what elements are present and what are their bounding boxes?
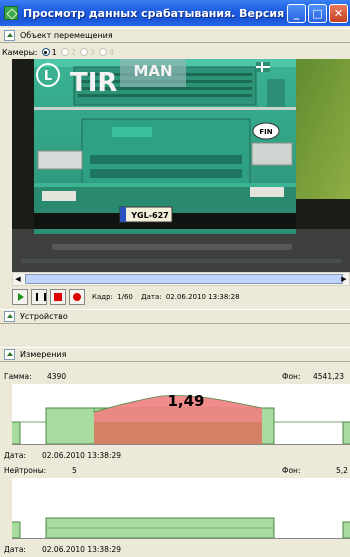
neutrons-bg-value: 5,2: [336, 465, 348, 475]
device-section-title: Устройство: [20, 312, 68, 321]
badge-right: FIN: [259, 128, 272, 136]
camera-radio-1[interactable]: [41, 48, 50, 56]
camera-label-1: 1: [51, 47, 57, 57]
pause-button[interactable]: [31, 288, 47, 305]
camera-label-3: 3: [89, 47, 95, 57]
brand-left: TIR: [70, 68, 117, 98]
neutrons-chart: [12, 478, 350, 538]
gamma-bg-bar-right: [342, 421, 350, 444]
date-label: Дата:: [141, 292, 162, 301]
maximize-button[interactable]: □: [308, 3, 327, 23]
neutrons-row: Нейтроны: 5 Фон: 5,2: [0, 464, 350, 476]
neutrons-bg-bar-right: [342, 521, 350, 538]
stop-button[interactable]: [50, 288, 66, 305]
badge-left: L: [44, 69, 52, 84]
collapse-icon[interactable]: [4, 311, 15, 322]
frame-label: Кадр:: [92, 292, 113, 301]
neutrons-chart-svg: [12, 478, 350, 538]
gamma-bg-value: 4541,23: [313, 371, 345, 381]
frame-value: 1/60: [117, 292, 133, 301]
gamma-peak-label: 1,49: [167, 392, 204, 410]
frame-info: Кадр: 1/60 Дата: 02.06.2010 13:38:28: [92, 293, 242, 301]
camera-radio-2[interactable]: [60, 48, 69, 56]
scroll-thumb[interactable]: [25, 274, 343, 284]
neutrons-label: Нейтроны:: [4, 465, 47, 475]
neutrons-bg-label: Фон:: [282, 465, 301, 475]
neutrons-date-row: Дата: 02.06.2010 13:38:29: [0, 543, 350, 555]
gamma-chart: 1,49: [12, 384, 350, 444]
neutrons-bg-bar-left: [12, 521, 21, 538]
record-button[interactable]: [69, 288, 85, 305]
gamma-chart-svg: 1,49: [12, 384, 350, 444]
collapse-icon[interactable]: [4, 30, 15, 41]
gamma-bg-label: Фон:: [282, 371, 301, 381]
image-scrollbar[interactable]: ◀ ▶: [12, 272, 350, 286]
camera-radio-3[interactable]: [79, 48, 88, 56]
gamma-bg-bar-left: [12, 421, 21, 444]
neutrons-date-value: 02.06.2010 13:38:29: [42, 544, 122, 554]
camera-label-4: 4: [108, 47, 115, 57]
neutrons-date-label: Дата:: [4, 544, 26, 554]
camera-image[interactable]: L FIN TIR MAN YGL-627: [12, 59, 350, 272]
play-button[interactable]: [12, 288, 28, 305]
license-plate: YGL-627: [130, 211, 168, 220]
truck-image: L FIN TIR MAN YGL-627: [12, 59, 350, 272]
neutrons-value: 5: [72, 465, 77, 475]
camera-radio-4[interactable]: [98, 48, 107, 56]
cameras-selector: Камеры: 1 2 3 4: [0, 46, 350, 58]
measurements-section-header[interactable]: Измерения: [0, 347, 350, 362]
close-button[interactable]: ✕: [329, 3, 348, 23]
device-section-header[interactable]: Устройство: [0, 309, 350, 324]
minimize-button[interactable]: _: [287, 3, 306, 23]
camera-label-2: 2: [70, 47, 76, 57]
collapse-icon[interactable]: [4, 349, 15, 360]
object-section-header[interactable]: Объект перемещения: [0, 28, 350, 43]
gamma-row: Гамма: 4390 Фон: 4541,23: [0, 370, 350, 382]
scroll-right-icon[interactable]: ▶: [340, 275, 348, 283]
object-section-title: Объект перемещения: [20, 31, 113, 40]
player-controls: Кадр: 1/60 Дата: 02.06.2010 13:38:28: [0, 288, 350, 305]
date-value: 02.06.2010 13:38:28: [165, 292, 240, 301]
app-icon: [4, 6, 18, 20]
gamma-value: 4390: [47, 371, 67, 381]
brand-right: MAN: [133, 62, 172, 80]
gamma-date-label: Дата:: [4, 450, 26, 460]
gamma-label: Гамма:: [4, 371, 32, 381]
scroll-left-icon[interactable]: ◀: [14, 275, 22, 283]
gamma-date-row: Дата: 02.06.2010 13:38:29: [0, 449, 350, 461]
gamma-date-value: 02.06.2010 13:38:29: [42, 450, 122, 460]
gamma-baseline: [12, 444, 350, 445]
gamma-overlap: [94, 422, 262, 444]
neutrons-baseline: [12, 538, 350, 539]
window-title: Просмотр данных срабатывания. Версия 1..…: [23, 6, 285, 20]
cameras-label: Камеры:: [2, 47, 38, 57]
title-bar[interactable]: Просмотр данных срабатывания. Версия 1..…: [0, 0, 350, 26]
measurements-section-title: Измерения: [20, 350, 67, 359]
